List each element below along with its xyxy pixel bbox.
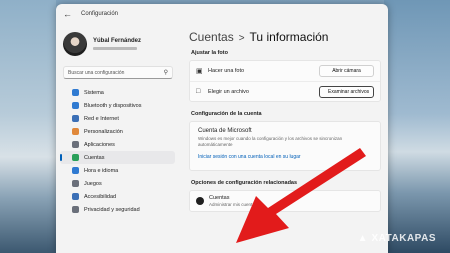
title-bar: ← Configuración bbox=[56, 4, 388, 24]
apps-icon bbox=[72, 141, 79, 148]
photo-card: ▣ Hacer una foto Abrir cámara □ Elegir u… bbox=[189, 60, 381, 102]
watermark: ▲ XATAKAPAS bbox=[290, 230, 450, 246]
sidebar-item-red[interactable]: Red e Internet bbox=[60, 112, 175, 125]
gamepad-icon bbox=[72, 180, 79, 187]
local-account-link[interactable]: Iniciar sesión con una cuenta local en s… bbox=[198, 154, 372, 160]
graduation-cap-icon: ▲ bbox=[357, 232, 368, 244]
account-avatar bbox=[196, 197, 204, 205]
search-box[interactable]: ⚲ bbox=[63, 66, 173, 79]
sidebar-item-label: Red e Internet bbox=[84, 115, 119, 122]
sidebar-item-label: Aplicaciones bbox=[84, 141, 115, 148]
sidebar-item-label: Hora e idioma bbox=[84, 167, 119, 174]
microsoft-account-card: Cuenta de Microsoft Windows es mejor cua… bbox=[189, 121, 381, 171]
desktop-wallpaper-left bbox=[0, 0, 56, 253]
sidebar-nav: Sistema Bluetooth y dispositivos Red e I… bbox=[56, 86, 178, 216]
bluetooth-icon bbox=[72, 102, 79, 109]
profile-name: Yúbal Fernández bbox=[93, 37, 142, 44]
settings-window: ← Configuración Yúbal Fernández ⚲ Sistem… bbox=[56, 4, 388, 253]
accessibility-icon bbox=[72, 193, 79, 200]
back-arrow-icon[interactable]: ← bbox=[63, 9, 73, 19]
search-icon: ⚲ bbox=[163, 70, 168, 76]
account-section-title: Configuración de la cuenta bbox=[191, 111, 262, 117]
breadcrumb: Cuentas > Tu información bbox=[182, 24, 388, 48]
related-accounts-card[interactable]: Cuentas Administrar mis cuentas bbox=[189, 190, 381, 212]
camera-icon: ▣ bbox=[196, 68, 203, 75]
sidebar-item-juegos[interactable]: Juegos bbox=[60, 177, 175, 190]
sidebar: Yúbal Fernández ⚲ Sistema Bluetooth y di… bbox=[56, 24, 178, 253]
open-camera-button[interactable]: Abrir cámara bbox=[319, 65, 374, 77]
person-icon bbox=[72, 154, 79, 161]
profile-email-blurred bbox=[93, 46, 137, 50]
breadcrumb-separator: > bbox=[238, 33, 245, 44]
related-section-title: Opciones de configuración relacionadas bbox=[191, 180, 298, 186]
sidebar-item-label: Bluetooth y dispositivos bbox=[84, 102, 142, 109]
camera-label: Hacer una foto bbox=[208, 68, 245, 74]
sidebar-item-label: Personalización bbox=[84, 128, 123, 135]
file-label: Elegir un archivo bbox=[208, 88, 249, 95]
microsoft-account-title: Cuenta de Microsoft bbox=[198, 128, 252, 134]
sidebar-item-hora[interactable]: Hora e idioma bbox=[60, 164, 175, 177]
globe-clock-icon bbox=[72, 167, 79, 174]
brush-icon bbox=[72, 128, 79, 135]
file-row: □ Elegir un archivo Examinar archivos bbox=[190, 81, 380, 101]
sidebar-item-label: Cuentas bbox=[84, 154, 105, 161]
page-title: Tu información bbox=[249, 30, 329, 44]
camera-row: ▣ Hacer una foto Abrir cámara bbox=[190, 61, 380, 81]
avatar bbox=[63, 31, 87, 56]
sidebar-item-personalizacion[interactable]: Personalización bbox=[60, 125, 175, 138]
watermark-text: XATAKAPAS bbox=[371, 232, 436, 244]
browse-files-button[interactable]: Examinar archivos bbox=[319, 85, 374, 98]
sidebar-item-sistema[interactable]: Sistema bbox=[60, 86, 175, 99]
sidebar-item-privacidad[interactable]: Privacidad y seguridad bbox=[60, 203, 175, 216]
monitor-icon bbox=[72, 89, 79, 96]
sidebar-item-accesibilidad[interactable]: Accesibilidad bbox=[60, 190, 175, 203]
microsoft-account-description: Windows es mejor cuando la configuración… bbox=[198, 136, 343, 147]
sidebar-item-aplicaciones[interactable]: Aplicaciones bbox=[60, 138, 175, 151]
folder-icon: □ bbox=[196, 88, 201, 95]
sidebar-item-label: Sistema bbox=[84, 89, 104, 96]
sidebar-item-label: Privacidad y seguridad bbox=[84, 206, 140, 213]
related-accounts-subtitle: Administrar mis cuentas bbox=[209, 202, 258, 207]
search-input[interactable] bbox=[68, 69, 164, 76]
shield-icon bbox=[72, 206, 79, 213]
sidebar-item-label: Accesibilidad bbox=[84, 193, 117, 200]
desktop-wallpaper-right bbox=[384, 0, 450, 253]
related-accounts-title: Cuentas bbox=[209, 195, 230, 201]
sidebar-item-label: Juegos bbox=[84, 180, 102, 187]
network-icon bbox=[72, 115, 79, 122]
sidebar-item-bluetooth[interactable]: Bluetooth y dispositivos bbox=[60, 99, 175, 112]
main-content: Cuentas > Tu información Ajustar la foto… bbox=[182, 24, 388, 253]
profile-header: Yúbal Fernández bbox=[56, 24, 178, 58]
sidebar-item-cuentas[interactable]: Cuentas bbox=[60, 151, 175, 164]
breadcrumb-parent[interactable]: Cuentas bbox=[189, 30, 234, 44]
photo-section-title: Ajustar la foto bbox=[191, 50, 228, 56]
window-title: Configuración bbox=[81, 11, 119, 17]
